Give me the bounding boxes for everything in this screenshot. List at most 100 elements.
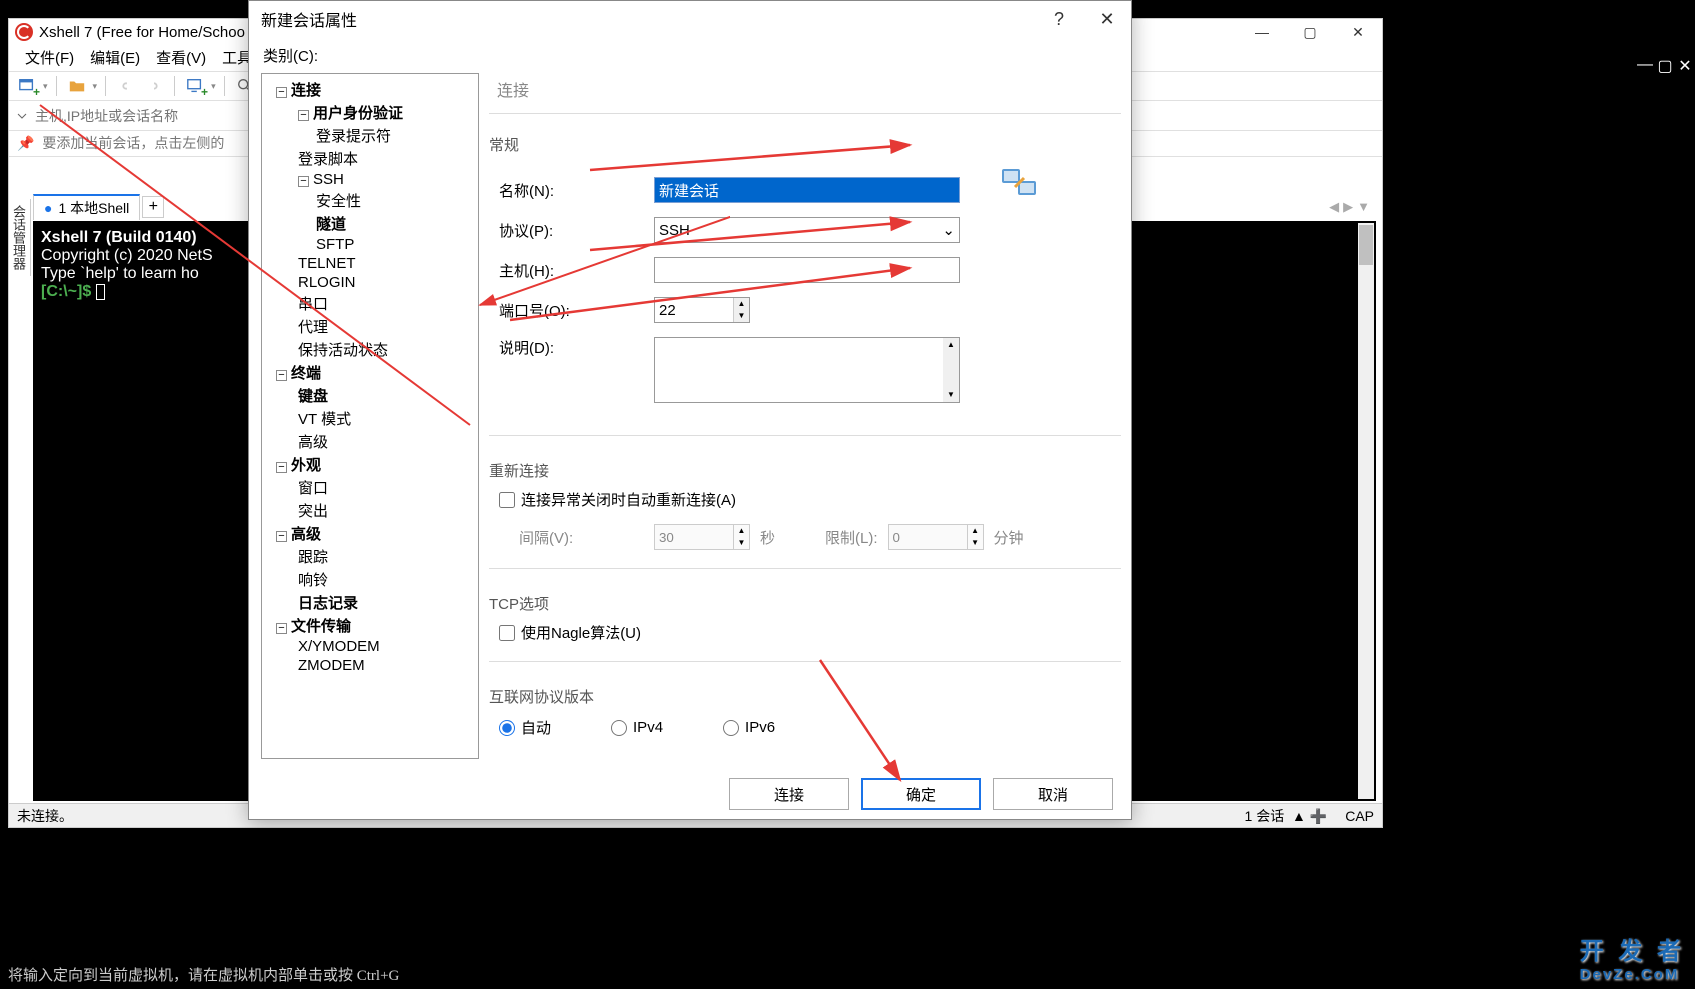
status-sessions: 1 会话 ▲ ➕ — [1245, 806, 1328, 826]
tree-item-label: SSH — [313, 171, 344, 188]
protocol-value: SSH — [659, 222, 690, 239]
textarea-scrollbar[interactable]: ▲▼ — [943, 338, 959, 402]
ok-button[interactable]: 确定 — [861, 778, 981, 810]
tree-item[interactable]: RLOGIN — [262, 273, 478, 292]
category-label: 类别(C): — [263, 45, 1117, 66]
spin-down-icon[interactable]: ▼ — [734, 310, 749, 322]
tree-item[interactable]: 键盘 — [262, 384, 478, 407]
tree-item[interactable]: 串口 — [262, 292, 478, 315]
tree-item[interactable]: 高级 — [262, 430, 478, 453]
protocol-select[interactable]: SSH ⌄ — [654, 217, 960, 243]
unlink-icon — [145, 77, 163, 95]
new-session-button[interactable]: + — [15, 74, 39, 98]
tree-item-label: TELNET — [298, 255, 356, 272]
tree-item[interactable]: ZMODEM — [262, 656, 478, 675]
tree-item-label: 保持活动状态 — [298, 342, 388, 359]
port-input[interactable] — [655, 298, 733, 322]
label-interval: 间隔(V): — [509, 527, 654, 548]
tree-item[interactable]: 日志记录 — [262, 591, 478, 614]
prompt: [C:\~]$ — [41, 283, 96, 300]
tree-item[interactable]: 跟踪 — [262, 545, 478, 568]
tree-toggle-icon[interactable]: − — [298, 176, 309, 187]
dropdown-icon[interactable] — [15, 109, 29, 123]
tree-toggle-icon[interactable]: − — [276, 370, 287, 381]
tree-item[interactable]: −高级 — [262, 522, 478, 545]
tree-item[interactable]: −SSH — [262, 170, 478, 189]
hint-text: 要添加当前会话，点击左侧的 — [42, 135, 224, 151]
tree-item[interactable]: 代理 — [262, 315, 478, 338]
tree-item-label: 登录提示符 — [316, 128, 391, 145]
description-textarea[interactable]: ▲▼ — [654, 337, 960, 403]
sidebar-label[interactable]: 会话管理器 — [9, 199, 31, 276]
tab-next-button[interactable]: ▶ — [1343, 199, 1353, 215]
tree-item[interactable]: 安全性 — [262, 189, 478, 212]
open-button[interactable] — [65, 74, 89, 98]
menu-view[interactable]: 查看(V) — [148, 45, 214, 71]
tree-item-label: X/YMODEM — [298, 638, 380, 655]
tree-toggle-icon[interactable]: − — [276, 87, 287, 98]
tree-item[interactable]: 保持活动状态 — [262, 338, 478, 361]
tree-item[interactable]: −终端 — [262, 361, 478, 384]
menu-edit[interactable]: 编辑(E) — [82, 45, 148, 71]
tab-menu-button[interactable]: ▼ — [1357, 199, 1370, 215]
tree-item[interactable]: −连接 — [262, 78, 478, 101]
row-protocol: 协议(P): SSH ⌄ — [489, 217, 960, 243]
radio-ipv6[interactable]: IPv6 — [723, 717, 775, 738]
cancel-button[interactable]: 取消 — [993, 778, 1113, 810]
tree-item[interactable]: TELNET — [262, 254, 478, 273]
tree-item[interactable]: 登录脚本 — [262, 147, 478, 170]
radio-ipv4[interactable]: IPv4 — [611, 717, 663, 738]
maximize-button[interactable]: ▢ — [1286, 19, 1334, 45]
tab-local-shell[interactable]: ● 1 本地Shell — [33, 194, 140, 220]
link-icon — [117, 77, 135, 95]
tree-item[interactable]: SFTP — [262, 235, 478, 254]
tree-item[interactable]: X/YMODEM — [262, 637, 478, 656]
radio-auto[interactable]: 自动 — [499, 717, 551, 738]
folder-icon — [68, 77, 86, 95]
scrollbar-thumb[interactable] — [1359, 225, 1373, 265]
link-button[interactable] — [114, 74, 138, 98]
tree-item[interactable]: −外观 — [262, 453, 478, 476]
tree-item-label: 串口 — [298, 296, 328, 313]
tree-item[interactable]: −用户身份验证 — [262, 101, 478, 124]
name-input[interactable] — [654, 177, 960, 203]
nagle-label: 使用Nagle算法(U) — [521, 622, 641, 643]
tree-toggle-icon[interactable]: − — [276, 462, 287, 473]
minimize-button[interactable]: — — [1238, 19, 1286, 45]
auto-reconnect-checkbox[interactable] — [499, 492, 515, 508]
row-port: 端口号(O): ▲▼ — [489, 297, 960, 323]
tree-toggle-icon[interactable]: − — [298, 110, 309, 121]
tree-item[interactable]: 登录提示符 — [262, 124, 478, 147]
unlink-button[interactable] — [142, 74, 166, 98]
label-host: 主机(H): — [489, 260, 654, 281]
tree-item-label: SFTP — [316, 236, 354, 253]
port-spinner[interactable]: ▲▼ — [654, 297, 750, 323]
settings-button[interactable]: + — [183, 74, 207, 98]
tree-item[interactable]: 突出 — [262, 499, 478, 522]
tree-item[interactable]: −文件传输 — [262, 614, 478, 637]
tree-item[interactable]: 隧道 — [262, 212, 478, 235]
label-protocol: 协议(P): — [489, 220, 654, 241]
tree-toggle-icon[interactable]: − — [276, 531, 287, 542]
tree-toggle-icon[interactable]: − — [276, 623, 287, 634]
host-input[interactable] — [654, 257, 960, 283]
dialog-help-button[interactable]: ? — [1035, 1, 1083, 37]
dialog-controls: ? ✕ — [1035, 1, 1131, 37]
connect-button[interactable]: 连接 — [729, 778, 849, 810]
xshell-logo-icon — [15, 23, 33, 41]
close-button[interactable]: ✕ — [1334, 19, 1382, 45]
category-tree[interactable]: −连接−用户身份验证登录提示符登录脚本−SSH安全性隧道SFTPTELNETRL… — [261, 73, 479, 759]
tree-item[interactable]: VT 模式 — [262, 407, 478, 430]
spin-up-icon[interactable]: ▲ — [734, 298, 749, 310]
dialog-footer: 连接 确定 取消 — [249, 769, 1131, 819]
add-tab-button[interactable]: + — [142, 196, 164, 218]
row-auto-reconnect: 连接异常关闭时自动重新连接(A) — [499, 489, 1121, 510]
tree-item[interactable]: 窗口 — [262, 476, 478, 499]
terminal-scrollbar[interactable] — [1358, 223, 1374, 799]
nagle-checkbox[interactable] — [499, 625, 515, 641]
menu-file[interactable]: 文件(F) — [17, 45, 82, 71]
tab-prev-button[interactable]: ◀ — [1329, 199, 1339, 215]
tree-item[interactable]: 响铃 — [262, 568, 478, 591]
dialog-close-button[interactable]: ✕ — [1083, 1, 1131, 37]
plus-badge-icon: + — [201, 85, 208, 99]
